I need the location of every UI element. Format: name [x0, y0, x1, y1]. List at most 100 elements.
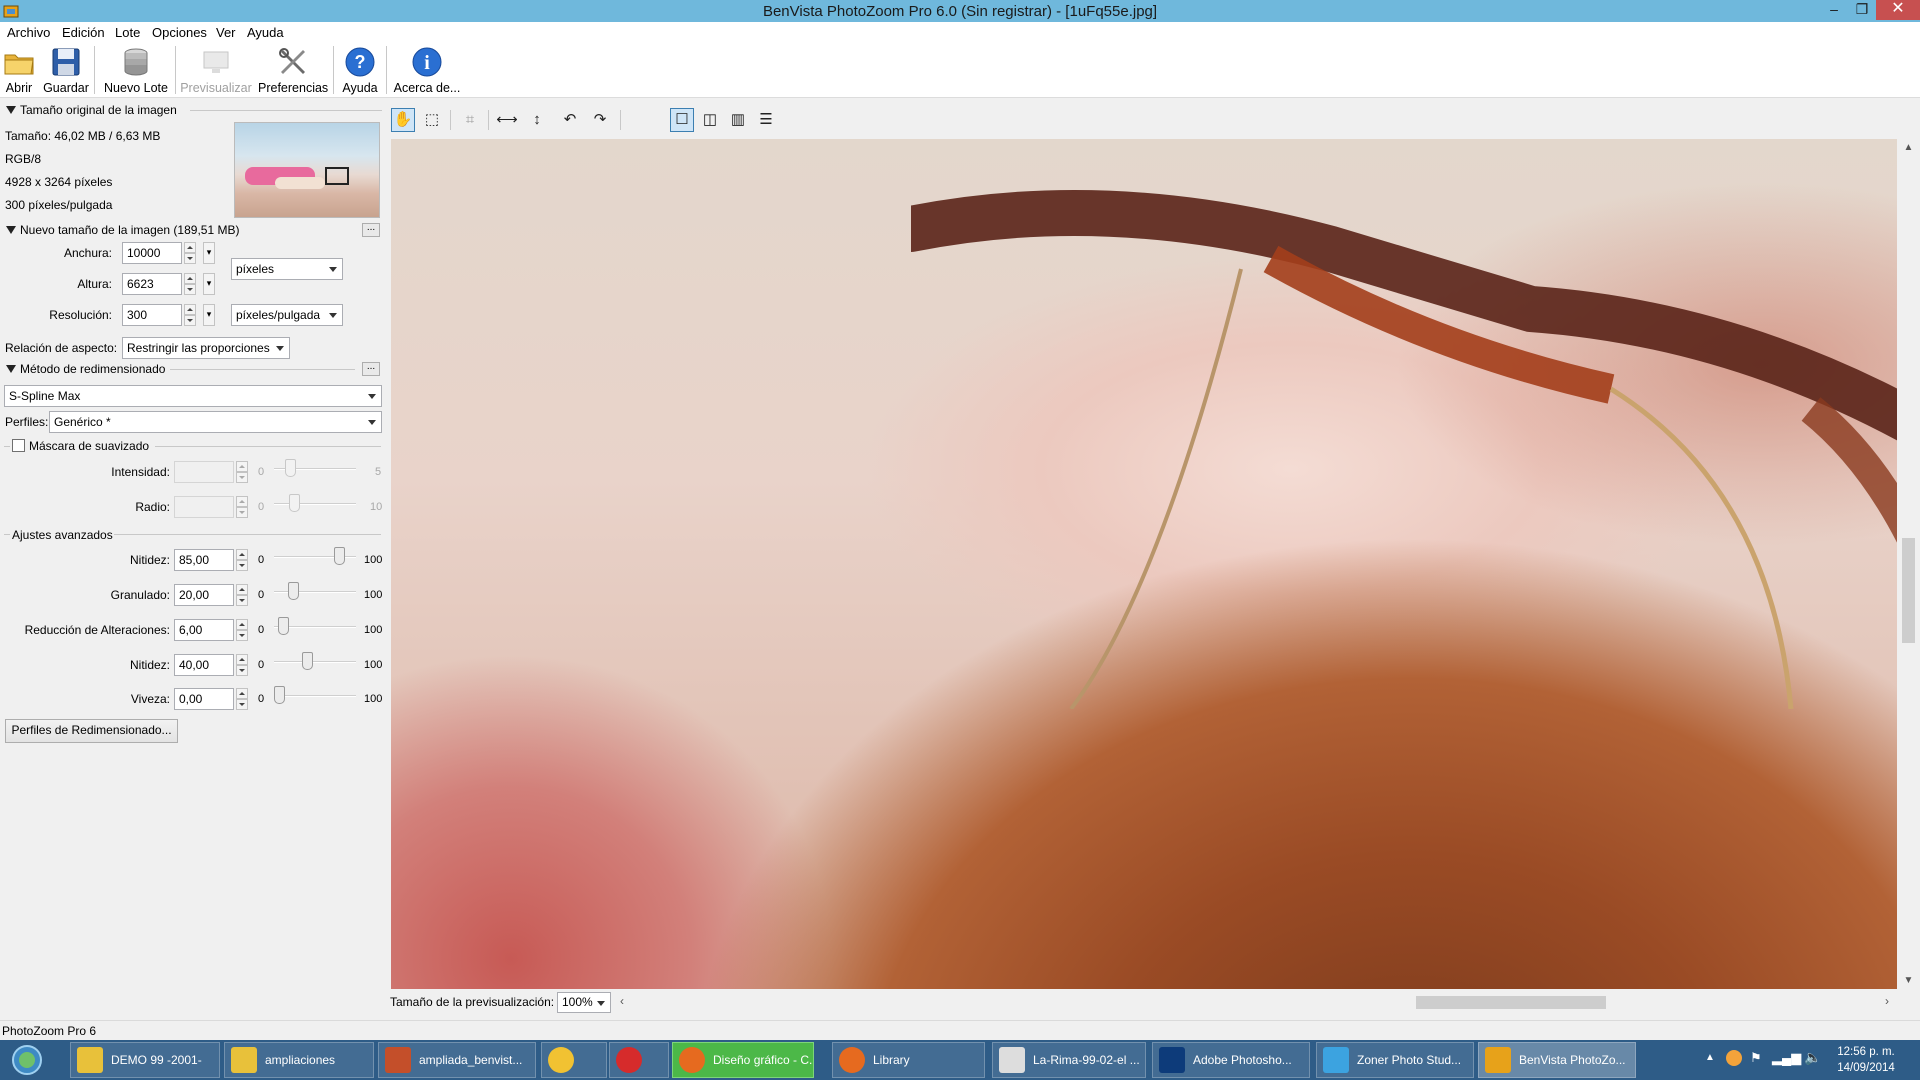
network-icon[interactable]: ▂▄▆ [1772, 1050, 1801, 1066]
profile-select[interactable]: Genérico * [49, 411, 382, 433]
resize-profiles-button[interactable]: Perfiles de Redimensionado... [5, 719, 178, 743]
scroll-up-icon[interactable]: ▲ [1897, 139, 1920, 156]
advanced-row-spinner[interactable] [236, 654, 248, 676]
scroll-down-icon[interactable]: ▼ [1897, 972, 1920, 989]
spin-up-icon[interactable] [184, 273, 196, 284]
spin-down-icon[interactable] [236, 699, 248, 710]
split-view-button[interactable]: ◫ [698, 108, 722, 132]
radius-input[interactable] [174, 496, 234, 518]
resolution-spinner[interactable] [184, 304, 196, 326]
advanced-row-spinner[interactable] [236, 549, 248, 571]
height-spinner[interactable] [184, 273, 196, 295]
advanced-row-input[interactable]: 6,00 [174, 619, 234, 641]
advanced-row-spinner[interactable] [236, 584, 248, 606]
vertical-scrollbar[interactable]: ▲ ▼ [1897, 139, 1920, 989]
spin-up-icon[interactable] [236, 496, 248, 507]
scroll-right-icon[interactable]: › [1885, 994, 1889, 1008]
clock[interactable]: 12:56 p. m. 14/09/2014 [1835, 1044, 1897, 1076]
start-button-icon[interactable] [4, 1043, 50, 1077]
spin-down-icon[interactable] [236, 665, 248, 676]
width-link-button[interactable]: ▾ [203, 242, 215, 264]
spin-up-icon[interactable] [236, 584, 248, 595]
taskbar-item[interactable]: BenVista PhotoZo... [1478, 1042, 1636, 1078]
menu-ayuda[interactable]: Ayuda [247, 25, 284, 40]
intensity-spinner[interactable] [236, 461, 248, 483]
advanced-row-slider-handle[interactable] [302, 652, 313, 670]
advanced-row-input[interactable]: 85,00 [174, 549, 234, 571]
preview-button[interactable]: Previsualizar [180, 44, 252, 96]
spin-up-icon[interactable] [236, 461, 248, 472]
advanced-row-slider-handle[interactable] [274, 686, 285, 704]
taskbar-item[interactable]: Adobe Photosho... [1152, 1042, 1310, 1078]
taskbar-item[interactable]: Library [832, 1042, 985, 1078]
menu-edicion[interactable]: Edición [62, 25, 105, 40]
advanced-row-slider-handle[interactable] [334, 547, 345, 565]
resolution-unit-select[interactable]: píxeles/pulgada [231, 304, 343, 326]
taskbar-item[interactable]: ampliaciones [224, 1042, 374, 1078]
taskbar-item[interactable]: Zoner Photo Stud... [1316, 1042, 1474, 1078]
spin-down-icon[interactable] [236, 595, 248, 606]
original-size-header[interactable]: Tamaño original de la imagen [6, 103, 177, 117]
new-size-header[interactable]: Nuevo tamaño de la imagen (189,51 MB) [6, 223, 239, 237]
taskbar-item[interactable]: La-Rima-99-02-el ... [992, 1042, 1146, 1078]
advanced-row-slider-handle[interactable] [278, 617, 289, 635]
tray-app-icon[interactable] [1726, 1050, 1742, 1066]
menu-opciones[interactable]: Opciones [152, 25, 207, 40]
width-input[interactable]: 10000 [122, 242, 182, 264]
method-header[interactable]: Método de redimensionado [6, 362, 165, 376]
tray-expand-icon[interactable]: ▲ [1705, 1052, 1715, 1063]
flip-vertical-button[interactable]: ↕ [525, 108, 549, 132]
radius-slider-track[interactable] [274, 503, 356, 505]
radius-spinner[interactable] [236, 496, 248, 518]
rotate-right-button[interactable]: ↷ [588, 108, 612, 132]
rotate-left-button[interactable]: ↶ [558, 108, 582, 132]
new-size-options-button[interactable]: ... [362, 223, 380, 237]
about-button[interactable]: i Acerca de... [392, 44, 462, 96]
side-by-side-view-button[interactable]: ▥ [726, 108, 750, 132]
new-batch-button[interactable]: Nuevo Lote [100, 44, 172, 96]
height-input[interactable]: 6623 [122, 273, 182, 295]
image-thumbnail[interactable] [234, 122, 380, 218]
thumbnail-viewport-rect[interactable] [325, 167, 349, 185]
help-button[interactable]: ? Ayuda [340, 44, 380, 96]
advanced-row-slider-track[interactable] [274, 661, 356, 663]
spin-up-icon[interactable] [236, 654, 248, 665]
selection-tool-button[interactable]: ⬚ [420, 108, 444, 132]
horizontal-scroll-thumb[interactable] [1416, 996, 1606, 1009]
spin-up-icon[interactable] [236, 619, 248, 630]
spin-up-icon[interactable] [236, 549, 248, 560]
intensity-input[interactable] [174, 461, 234, 483]
advanced-row-input[interactable]: 0,00 [174, 688, 234, 710]
advanced-row-spinner[interactable] [236, 688, 248, 710]
image-preview[interactable] [391, 139, 1897, 989]
spin-down-icon[interactable] [236, 560, 248, 571]
crop-tool-button[interactable]: ⌗ [458, 108, 482, 132]
radius-slider-handle[interactable] [289, 494, 300, 512]
spin-up-icon[interactable] [184, 242, 196, 253]
width-spinner[interactable] [184, 242, 196, 264]
taskbar-item[interactable] [609, 1042, 669, 1078]
spin-down-icon[interactable] [184, 253, 196, 264]
single-view-button[interactable]: ☐ [670, 108, 694, 132]
menu-archivo[interactable]: Archivo [7, 25, 50, 40]
taskbar-item[interactable]: DEMO 99 -2001- [70, 1042, 220, 1078]
minimize-button[interactable]: – [1820, 0, 1848, 20]
advanced-row-slider-track[interactable] [274, 591, 356, 593]
spin-down-icon[interactable] [236, 630, 248, 641]
intensity-slider-handle[interactable] [285, 459, 296, 477]
menu-ver[interactable]: Ver [216, 25, 236, 40]
resolution-link-button[interactable]: ▾ [203, 304, 215, 326]
scroll-left-icon[interactable]: ‹ [620, 994, 624, 1008]
taskbar-item[interactable] [541, 1042, 607, 1078]
spin-down-icon[interactable] [184, 284, 196, 295]
preview-zoom-select[interactable]: 100% [557, 992, 611, 1013]
flag-icon[interactable]: ⚑ [1750, 1050, 1762, 1066]
hand-tool-button[interactable]: ✋ [391, 108, 415, 132]
spin-down-icon[interactable] [184, 315, 196, 326]
advanced-row-slider-track[interactable] [274, 695, 356, 697]
unsharp-mask-checkbox[interactable] [12, 439, 25, 452]
algorithm-select[interactable]: S-Spline Max [4, 385, 382, 407]
volume-icon[interactable]: 🔈 [1804, 1049, 1821, 1066]
aspect-ratio-select[interactable]: Restringir las proporciones [122, 337, 290, 359]
taskbar-item[interactable]: ampliada_benvist... [378, 1042, 536, 1078]
